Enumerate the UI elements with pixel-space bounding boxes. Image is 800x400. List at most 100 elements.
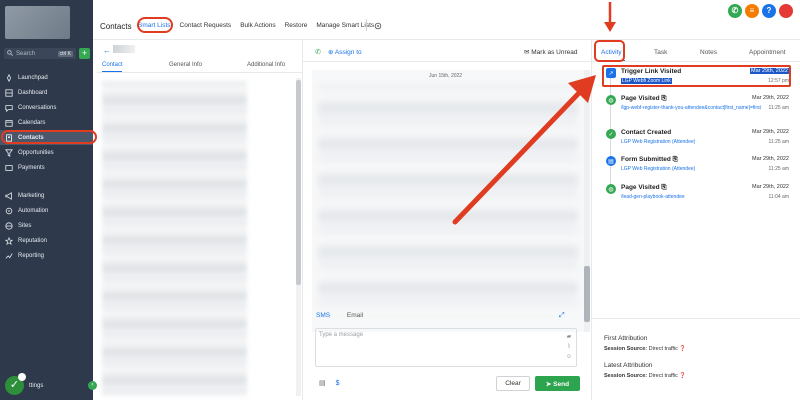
sidebar-item-calendars[interactable]: Calendars xyxy=(0,115,93,130)
active-tab-underline xyxy=(102,71,122,72)
sidebar-item-label: Dashboard xyxy=(18,89,48,96)
tab-contact[interactable]: Contact xyxy=(102,62,123,68)
globe-icon: ◍ xyxy=(606,184,616,194)
notifications-icon[interactable]: ≡ xyxy=(745,4,759,18)
filter-icon xyxy=(5,148,13,157)
sidebar-item-payments[interactable]: Payments xyxy=(0,160,93,175)
dollar-icon[interactable]: $ xyxy=(336,380,340,387)
message-input[interactable] xyxy=(316,329,552,363)
help-icon[interactable]: ? xyxy=(762,4,776,18)
sidebar-item-label: Conversations xyxy=(18,104,57,111)
tab-general-info[interactable]: General Info xyxy=(169,62,202,68)
sidebar-item-label: Launchpad xyxy=(18,74,48,81)
sidebar-item-launchpad[interactable]: Launchpad xyxy=(0,70,93,85)
search-icon xyxy=(7,49,14,58)
phone-icon[interactable]: ✆ xyxy=(315,48,321,56)
chat-icon xyxy=(5,104,13,112)
message-feed: Jun 15th, 2022 xyxy=(312,70,584,332)
collapse-sidebar-icon[interactable]: ‹ xyxy=(88,381,97,390)
check-icon: ✓ xyxy=(606,129,616,139)
send-button[interactable]: ➤ Send xyxy=(535,376,580,391)
activity-link[interactable]: /lead-gen-playbook-attendee xyxy=(621,194,685,200)
contact-fields-blurred xyxy=(102,81,247,396)
clipboard-icon[interactable]: ⎘ xyxy=(673,156,678,163)
sidebar-item-conversations[interactable]: Conversations xyxy=(0,100,93,115)
activity-title: Form Submitted ⎘ xyxy=(621,156,678,163)
contact-panel-scrollbar[interactable] xyxy=(296,78,301,396)
sidebar-item-label: Automation xyxy=(18,207,49,214)
quick-add-button[interactable]: + xyxy=(79,48,90,59)
clipboard-icon[interactable]: ⎘ xyxy=(661,95,666,102)
phone-icon[interactable]: ✆ xyxy=(728,4,742,18)
activity-title: Page Visited ⎘ xyxy=(621,95,667,102)
sidebar-item-automation[interactable]: Automation xyxy=(0,203,93,218)
sidebar-item-sites[interactable]: Sites xyxy=(0,218,93,233)
search-placeholder: Search xyxy=(16,50,36,57)
mark-unread-label: Mark as Unread xyxy=(531,49,578,56)
sidebar-item-label: Reporting xyxy=(18,252,45,259)
mark-unread-button[interactable]: ✉ Mark as Unread xyxy=(524,48,578,56)
sidebar-item-marketing[interactable]: Marketing xyxy=(0,188,93,203)
activity-date: Mar 29th, 2022 xyxy=(752,184,789,190)
emoji-icon[interactable]: ☺ xyxy=(566,352,572,362)
header-actions: ✆ ≡ ? xyxy=(725,4,793,18)
help-icon[interactable]: ❓ xyxy=(679,346,686,352)
message-feed-scrollbar[interactable] xyxy=(584,70,590,332)
divider xyxy=(592,318,800,319)
sidebar: Search ctrl K + Launchpad Dashboard Conv… xyxy=(0,0,97,400)
sidebar-item-label: Reputation xyxy=(18,237,48,244)
payments-icon xyxy=(5,164,13,172)
activity-time: 11:04 am xyxy=(768,194,789,200)
activity-title: Page Visited ⎘ xyxy=(621,184,667,191)
arrow-left-icon[interactable]: ← xyxy=(103,46,111,55)
tab-restore[interactable]: Restore xyxy=(285,22,308,29)
send-label: Send xyxy=(553,380,570,388)
tab-sms[interactable]: SMS xyxy=(316,312,330,319)
clear-button[interactable]: Clear xyxy=(496,376,530,391)
activity-link[interactable]: LGP Web Registration (Attendee) xyxy=(621,166,695,172)
date-divider: Jun 15th, 2022 xyxy=(429,73,463,79)
tab-task[interactable]: Task xyxy=(654,49,667,56)
chat-bubble-icon[interactable]: ▰ xyxy=(567,332,572,342)
sidebar-item-label: Opportunities xyxy=(18,149,54,156)
sidebar-item-reputation[interactable]: Reputation xyxy=(0,233,93,248)
divider xyxy=(366,19,367,31)
tab-contact-requests[interactable]: Contact Requests xyxy=(180,22,232,29)
check-avatar-icon[interactable]: ✓ xyxy=(5,373,26,395)
tab-notes[interactable]: Notes xyxy=(700,49,717,56)
rocket-icon xyxy=(5,73,13,82)
latest-attribution: Latest Attribution Session Source: Direc… xyxy=(604,362,686,379)
help-icon[interactable]: ❓ xyxy=(679,373,686,379)
activity-link[interactable]: LGP Web Registration (Attendee) xyxy=(621,139,695,145)
contact-tabs: Contact General Info Additional Info xyxy=(97,61,303,73)
gear-icon[interactable] xyxy=(374,22,382,30)
contact-name-blurred xyxy=(113,45,135,53)
globe-icon xyxy=(5,221,13,230)
tab-additional-info[interactable]: Additional Info xyxy=(247,62,285,68)
clipboard-icon[interactable]: ⎘ xyxy=(661,184,666,191)
composer-tools: ▰ ⌇ ☺ xyxy=(566,332,572,362)
tab-appointment[interactable]: Appointment xyxy=(749,49,786,56)
activity-title: Contact Created xyxy=(621,129,672,136)
tab-email[interactable]: Email xyxy=(347,312,363,319)
activity-link[interactable]: /lgp-webf-register-thank-you-attendee&co… xyxy=(621,105,761,111)
expand-icon[interactable]: ⤢ xyxy=(559,312,565,320)
sidebar-search[interactable]: Search ctrl K xyxy=(4,48,76,59)
first-attribution-heading: First Attribution xyxy=(604,335,648,342)
attachment-icon[interactable]: ⌇ xyxy=(567,342,570,352)
company-logo[interactable] xyxy=(5,6,70,39)
sidebar-item-reporting[interactable]: Reporting xyxy=(0,248,93,263)
activity-time: 11:25 am xyxy=(768,166,789,172)
document-icon[interactable]: ▤ xyxy=(319,380,326,387)
page-title: Contacts xyxy=(100,22,132,31)
sidebar-nav-secondary: Marketing Automation Sites Reputation Re… xyxy=(0,188,93,263)
add-circle-icon: ⊕ xyxy=(328,49,335,56)
tab-bulk-actions[interactable]: Bulk Actions xyxy=(240,22,275,29)
sidebar-item-dashboard[interactable]: Dashboard xyxy=(0,85,93,100)
assign-to-button[interactable]: ⊕ Assign to xyxy=(328,48,362,56)
search-shortcut: ctrl K xyxy=(57,50,73,57)
sidebar-item-opportunities[interactable]: Opportunities xyxy=(0,145,93,160)
user-avatar[interactable] xyxy=(779,4,793,18)
activity-panel: Activity Task Notes Appointment ↗ Trigge… xyxy=(591,40,800,400)
sidebar-settings[interactable]: ✓ ttings xyxy=(5,373,43,395)
